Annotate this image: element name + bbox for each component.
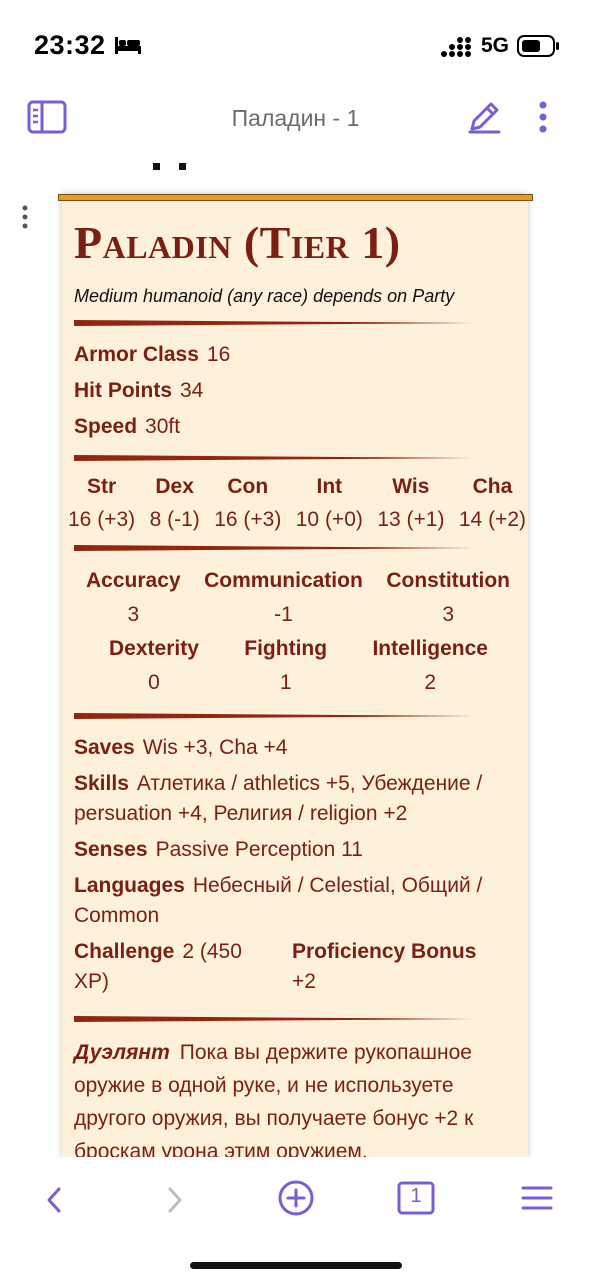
status-bar: 23:32 5G [0,0,591,90]
battery-icon [517,34,561,63]
armor-class-label: Armor Class [74,343,199,366]
armor-class-value: 16 [206,343,231,366]
ability-value: 8 (-1) [149,508,200,531]
section-divider [74,713,520,719]
ability-value: 13 (+1) [377,508,445,531]
proficiency-cell: Proficiency Bonus +2 [292,937,520,997]
proficiency-label: Proficiency Bonus [292,940,477,963]
block-drag-handle-icon[interactable] [21,205,29,236]
skill-cell: Accuracy 3 [86,569,181,627]
section-divider [74,320,520,326]
challenge-label: Challenge [74,940,175,963]
skill-value: 3 [127,603,140,626]
home-indicator[interactable] [190,1262,402,1269]
saves-label: Saves [74,736,135,759]
ability-value: 16 (+3) [68,508,136,531]
skill-value: 1 [279,671,292,694]
tabs-count: 1 [410,1185,422,1207]
ability-name: Int [316,475,343,498]
more-options-icon[interactable] [533,99,553,135]
ability-value: 10 (+0) [295,508,363,531]
statblock-top-border [58,194,533,201]
skill-name: Accuracy [86,569,181,592]
edit-pencil-icon[interactable] [466,99,502,135]
skill-name: Fighting [244,637,328,660]
forward-chevron-icon[interactable] [163,1185,187,1220]
challenge-proficiency-row: Challenge 2 (450 XP) Proficiency Bonus +2 [74,937,520,1003]
statblock-title: Paladin (Tier 1) [74,217,401,268]
skill-value: 3 [442,603,455,626]
senses-value: Passive Perception 11 [155,838,363,861]
section-divider [74,455,520,461]
custom-skill-grid: Accuracy 3 Communication -1 Constitution… [74,565,520,695]
ability-dex: Dex 8 (-1) [150,475,200,532]
trait-name: Дуэлянт [74,1041,170,1064]
skills-value: Атлетика / athletics +5, Убеждение / per… [74,772,483,825]
tabs-count-button[interactable]: 1 [397,1181,435,1215]
add-plus-circle-icon[interactable] [278,1180,314,1221]
skill-name: Dexterity [109,637,199,660]
languages-row: Languages Небесный / Celestial, Общий / C… [74,871,520,931]
cellular-signal-icon [440,36,473,63]
skills-row: Skills Атлетика / athletics +5, Убеждение… [74,769,520,829]
skill-row: Accuracy 3 Communication -1 Constitution… [74,565,520,627]
ability-name: Dex [155,475,194,498]
ability-name: Cha [472,475,513,498]
senses-row: Senses Passive Perception 11 [74,835,520,865]
ability-value: 16 (+3) [214,508,282,531]
skill-cell: Intelligence 2 [372,637,488,695]
senses-label: Senses [74,838,148,861]
saves-row: Saves Wis +3, Cha +4 [74,733,520,763]
ability-cha: Cha 14 (+2) [459,475,526,532]
ability-con: Con 16 (+3) [214,475,281,532]
cut-off-text-fragment [153,158,189,176]
skill-name: Constitution [386,569,510,592]
hit-points-label: Hit Points [74,379,172,402]
speed-row: Speed 30ft [74,412,520,442]
skill-row: Dexterity 0 Fighting 1 Intelligence 2 [74,627,520,695]
ability-name: Wis [392,475,430,498]
skill-value: 0 [148,671,160,694]
ability-str: Str 16 (+3) [68,475,135,532]
stat-block: Paladin (Tier 1) Medium humanoid (any ra… [62,194,528,1157]
challenge-cell: Challenge 2 (450 XP) [74,937,262,997]
proficiency-value: +2 [292,970,316,993]
document-title: Паладин - 1 [231,105,360,131]
ability-name: Con [227,475,269,498]
status-time: 23:32 [34,30,106,60]
menu-hamburger-icon[interactable] [521,1184,553,1217]
skill-name: Communication [204,569,363,592]
top-navigation: Паладин - 1 [0,95,591,145]
languages-label: Languages [74,874,185,897]
ability-wis: Wis 13 (+1) [377,475,444,532]
skills-label: Skills [74,772,129,795]
skill-value: -1 [274,603,293,626]
section-divider [74,1016,520,1022]
ability-name: Str [86,475,117,498]
statblock-subtitle: Medium humanoid (any race) depends on Pa… [74,286,455,306]
ability-value: 14 (+2) [458,508,526,531]
ability-int: Int 10 (+0) [296,475,363,532]
hit-points-row: Hit Points 34 [74,376,520,406]
network-type: 5G [481,34,510,57]
skill-cell: Communication -1 [204,569,363,627]
skill-cell: Dexterity 0 [109,637,199,695]
hit-points-value: 34 [180,379,204,402]
speed-value: 30ft [145,415,181,438]
saves-value: Wis +3, Cha +4 [142,736,288,759]
armor-class-row: Armor Class 16 [74,340,520,370]
skill-name: Intelligence [372,637,488,660]
speed-label: Speed [74,415,138,438]
trait-duelist: Дуэлянт Пока вы держите рукопашное оружие… [74,1036,520,1157]
skill-cell: Constitution 3 [386,569,510,627]
section-divider [74,545,520,551]
skill-cell: Fighting 1 [244,637,327,695]
back-chevron-icon[interactable] [42,1185,66,1220]
skill-value: 2 [424,671,437,694]
ability-scores: Str 16 (+3) Dex 8 (-1) Con 16 (+3) Int 1… [68,475,526,532]
sleep-focus-icon [114,35,142,60]
